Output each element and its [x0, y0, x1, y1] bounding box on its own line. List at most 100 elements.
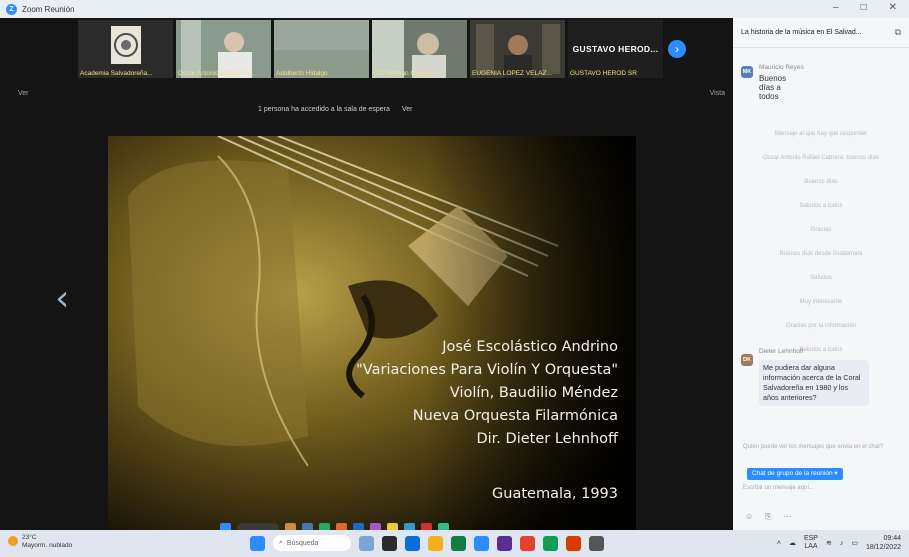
participant-tile[interactable]: Academia Salvadoreña... — [78, 20, 173, 78]
region-code: LAA — [804, 543, 818, 550]
search-placeholder: Búsqueda — [286, 539, 319, 547]
window-controls: – □ ✕ — [833, 2, 897, 13]
language-code: ESP — [803, 535, 818, 542]
wifi-icon[interactable]: ≋ — [826, 539, 832, 547]
participant-name: Adalberto Hidalgo — [276, 70, 328, 77]
windows-taskbar: 23°C Mayorm. nublado ⌕ Búsqueda ˄ ☁ ESP … — [0, 530, 909, 557]
participant-name: EUGENIA LÓPEZ VELÁZ... — [472, 70, 552, 77]
zoom-logo-icon: Z — [6, 3, 17, 15]
list-item: Muy interesante — [799, 299, 843, 305]
excel-icon[interactable] — [451, 535, 466, 551]
weather-widget[interactable]: 23°C Mayorm. nublado — [8, 534, 73, 550]
list-item: Saludos a todos — [799, 203, 843, 209]
chat-recipient-dropdown[interactable]: Chat de grupo de la reunión ▾ — [747, 468, 843, 480]
windows-start-icon[interactable] — [250, 535, 265, 551]
chat-title: La historia de la música en El Salvad... — [741, 29, 862, 36]
clock[interactable]: 09:44 18/12/2022 — [866, 534, 901, 552]
message-text: Me pudiera dar alguna información acerca… — [759, 360, 869, 406]
file-explorer-icon[interactable] — [428, 535, 443, 551]
waiting-room-banner: 1 persona ha accedido a la sala de esper… — [258, 106, 412, 113]
waiting-room-view-button[interactable]: Ver — [402, 106, 413, 113]
powerpoint-icon[interactable] — [566, 535, 581, 551]
cloud-icon[interactable]: ☁ — [789, 539, 796, 547]
chat-privacy-note[interactable]: Quién puede ver los mensajes que envía e… — [743, 443, 901, 451]
avatar: DK — [741, 354, 753, 366]
chrome-icon[interactable] — [543, 535, 558, 551]
weather-description: Mayorm. nublado — [22, 542, 73, 549]
participant-tile[interactable]: DC Germán Cáceres — [372, 20, 467, 78]
chat-toolbar: ☺ ⎘ ⋯ — [745, 512, 792, 522]
chat-header: La historia de la música en El Salvad...… — [733, 18, 909, 48]
participant-tile[interactable]: Oscar Antonio Rafael Ca... — [176, 20, 271, 78]
meeting-topbar: Ver Vista — [0, 88, 733, 102]
clock-date: 18/12/2022 — [865, 544, 901, 551]
more-options-icon[interactable]: ⋯ — [784, 512, 792, 522]
edge-icon[interactable] — [405, 535, 420, 551]
waiting-room-text: 1 persona ha accedido a la sala de esper… — [258, 106, 390, 113]
message-sender: Mauricio Reyes — [759, 64, 804, 71]
weather-temperature: 23°C — [22, 534, 37, 541]
meeting-area: Academia Salvadoreña... Oscar Antonio Ra… — [0, 18, 733, 534]
taskbar-search-input[interactable]: ⌕ Búsqueda — [273, 535, 351, 551]
list-item: Saludos — [810, 275, 832, 281]
view-options-button[interactable]: Ver — [18, 90, 29, 97]
view-mode-button[interactable]: Vista — [710, 90, 725, 97]
message-sender: Dieter Lehnhoff — [759, 348, 804, 355]
participant-name: DC Germán Cáceres — [374, 70, 435, 77]
slide-place-date: Guatemala, 1993 — [492, 486, 618, 502]
list-item: Oscar Antonio Rafael Cabrera: buenos día… — [762, 155, 880, 161]
attach-file-icon[interactable]: ⎘ — [765, 512, 771, 522]
zoom-window: Z Zoom Reunión – □ ✕ Academia Salvadoreñ… — [0, 0, 909, 534]
participant-name: Oscar Antonio Rafael Ca... — [178, 70, 255, 77]
maximize-button[interactable]: □ — [861, 2, 867, 13]
chevron-right-icon: › — [675, 42, 679, 56]
list-item: Buenos días — [804, 179, 838, 185]
participant-tile[interactable]: EUGENIA LÓPEZ VELÁZ... — [470, 20, 565, 78]
title-bar: Z Zoom Reunión – □ ✕ — [0, 0, 909, 18]
weather-sun-icon — [8, 536, 18, 546]
widgets-icon[interactable] — [359, 535, 374, 551]
battery-icon[interactable]: ▭ — [851, 539, 858, 547]
settings-icon[interactable] — [589, 535, 604, 551]
speaker-icon[interactable]: ♪ — [840, 540, 844, 547]
chat-message-input[interactable]: Escribir un mensaje aquí... — [743, 484, 901, 493]
language-indicator[interactable]: ESP LAA — [804, 535, 818, 551]
task-view-icon[interactable] — [382, 535, 397, 551]
message-text: Buenos días a todos — [759, 74, 787, 101]
next-participants-button[interactable]: › — [668, 40, 686, 58]
close-button[interactable]: ✕ — [889, 2, 897, 13]
chat-panel: La historia de la música en El Salvad...… — [733, 18, 909, 530]
chevron-up-icon[interactable]: ˄ — [777, 540, 781, 547]
list-item: Mensaje al que hay que responder — [774, 131, 868, 137]
participant-tile[interactable]: Adalberto Hidalgo — [274, 20, 369, 78]
slide-soloist: Violín, Baudilio Méndez — [449, 385, 618, 401]
office-icon[interactable] — [520, 535, 535, 551]
emoji-icon[interactable]: ☺ — [745, 512, 753, 522]
slide-orchestra: Nueva Orquesta Filarmónica — [412, 408, 618, 424]
shared-screen-slide: José Escolástico Andrino "Variaciones Pa… — [108, 136, 636, 532]
avatar: MK — [741, 66, 753, 78]
zoom-app-icon[interactable] — [474, 535, 489, 551]
taskbar-apps: ⌕ Búsqueda — [250, 535, 604, 551]
list-item: Buenos días desde Guatemala — [779, 251, 863, 257]
violin-image — [108, 136, 636, 532]
system-tray: ˄ ☁ ESP LAA ≋ ♪ ▭ 09:44 18/12/2022 — [777, 534, 901, 552]
slide-work-title: "Variaciones Para Violín Y Orquesta" — [356, 362, 618, 378]
popout-icon[interactable]: ⧉ — [895, 27, 901, 38]
minimize-button[interactable]: – — [833, 2, 839, 13]
chevron-left-icon[interactable]: ‹ — [55, 280, 79, 318]
clock-time: 09:44 — [883, 535, 901, 542]
teams-icon[interactable] — [497, 535, 512, 551]
slide-composer: José Escolástico Andrino — [442, 339, 618, 355]
search-icon: ⌕ — [279, 539, 283, 546]
participant-display-name: GUSTAVO HEROD... — [572, 44, 659, 54]
participant-name: Academia Salvadoreña... — [80, 70, 153, 77]
participant-name: GUSTAVO HEROD SR — [570, 70, 637, 77]
list-item: Gracias — [810, 227, 832, 233]
participant-strip: Academia Salvadoreña... Oscar Antonio Ra… — [78, 20, 698, 78]
list-item: Gracias por la información — [785, 323, 857, 329]
window-title: Zoom Reunión — [22, 4, 75, 14]
participant-tile[interactable]: GUSTAVO HEROD... GUSTAVO HEROD SR — [568, 20, 663, 78]
chat-message-list: Mensaje al que hay que responder Oscar A… — [743, 122, 899, 386]
slide-caption: José Escolástico Andrino "Variaciones Pa… — [356, 336, 618, 451]
